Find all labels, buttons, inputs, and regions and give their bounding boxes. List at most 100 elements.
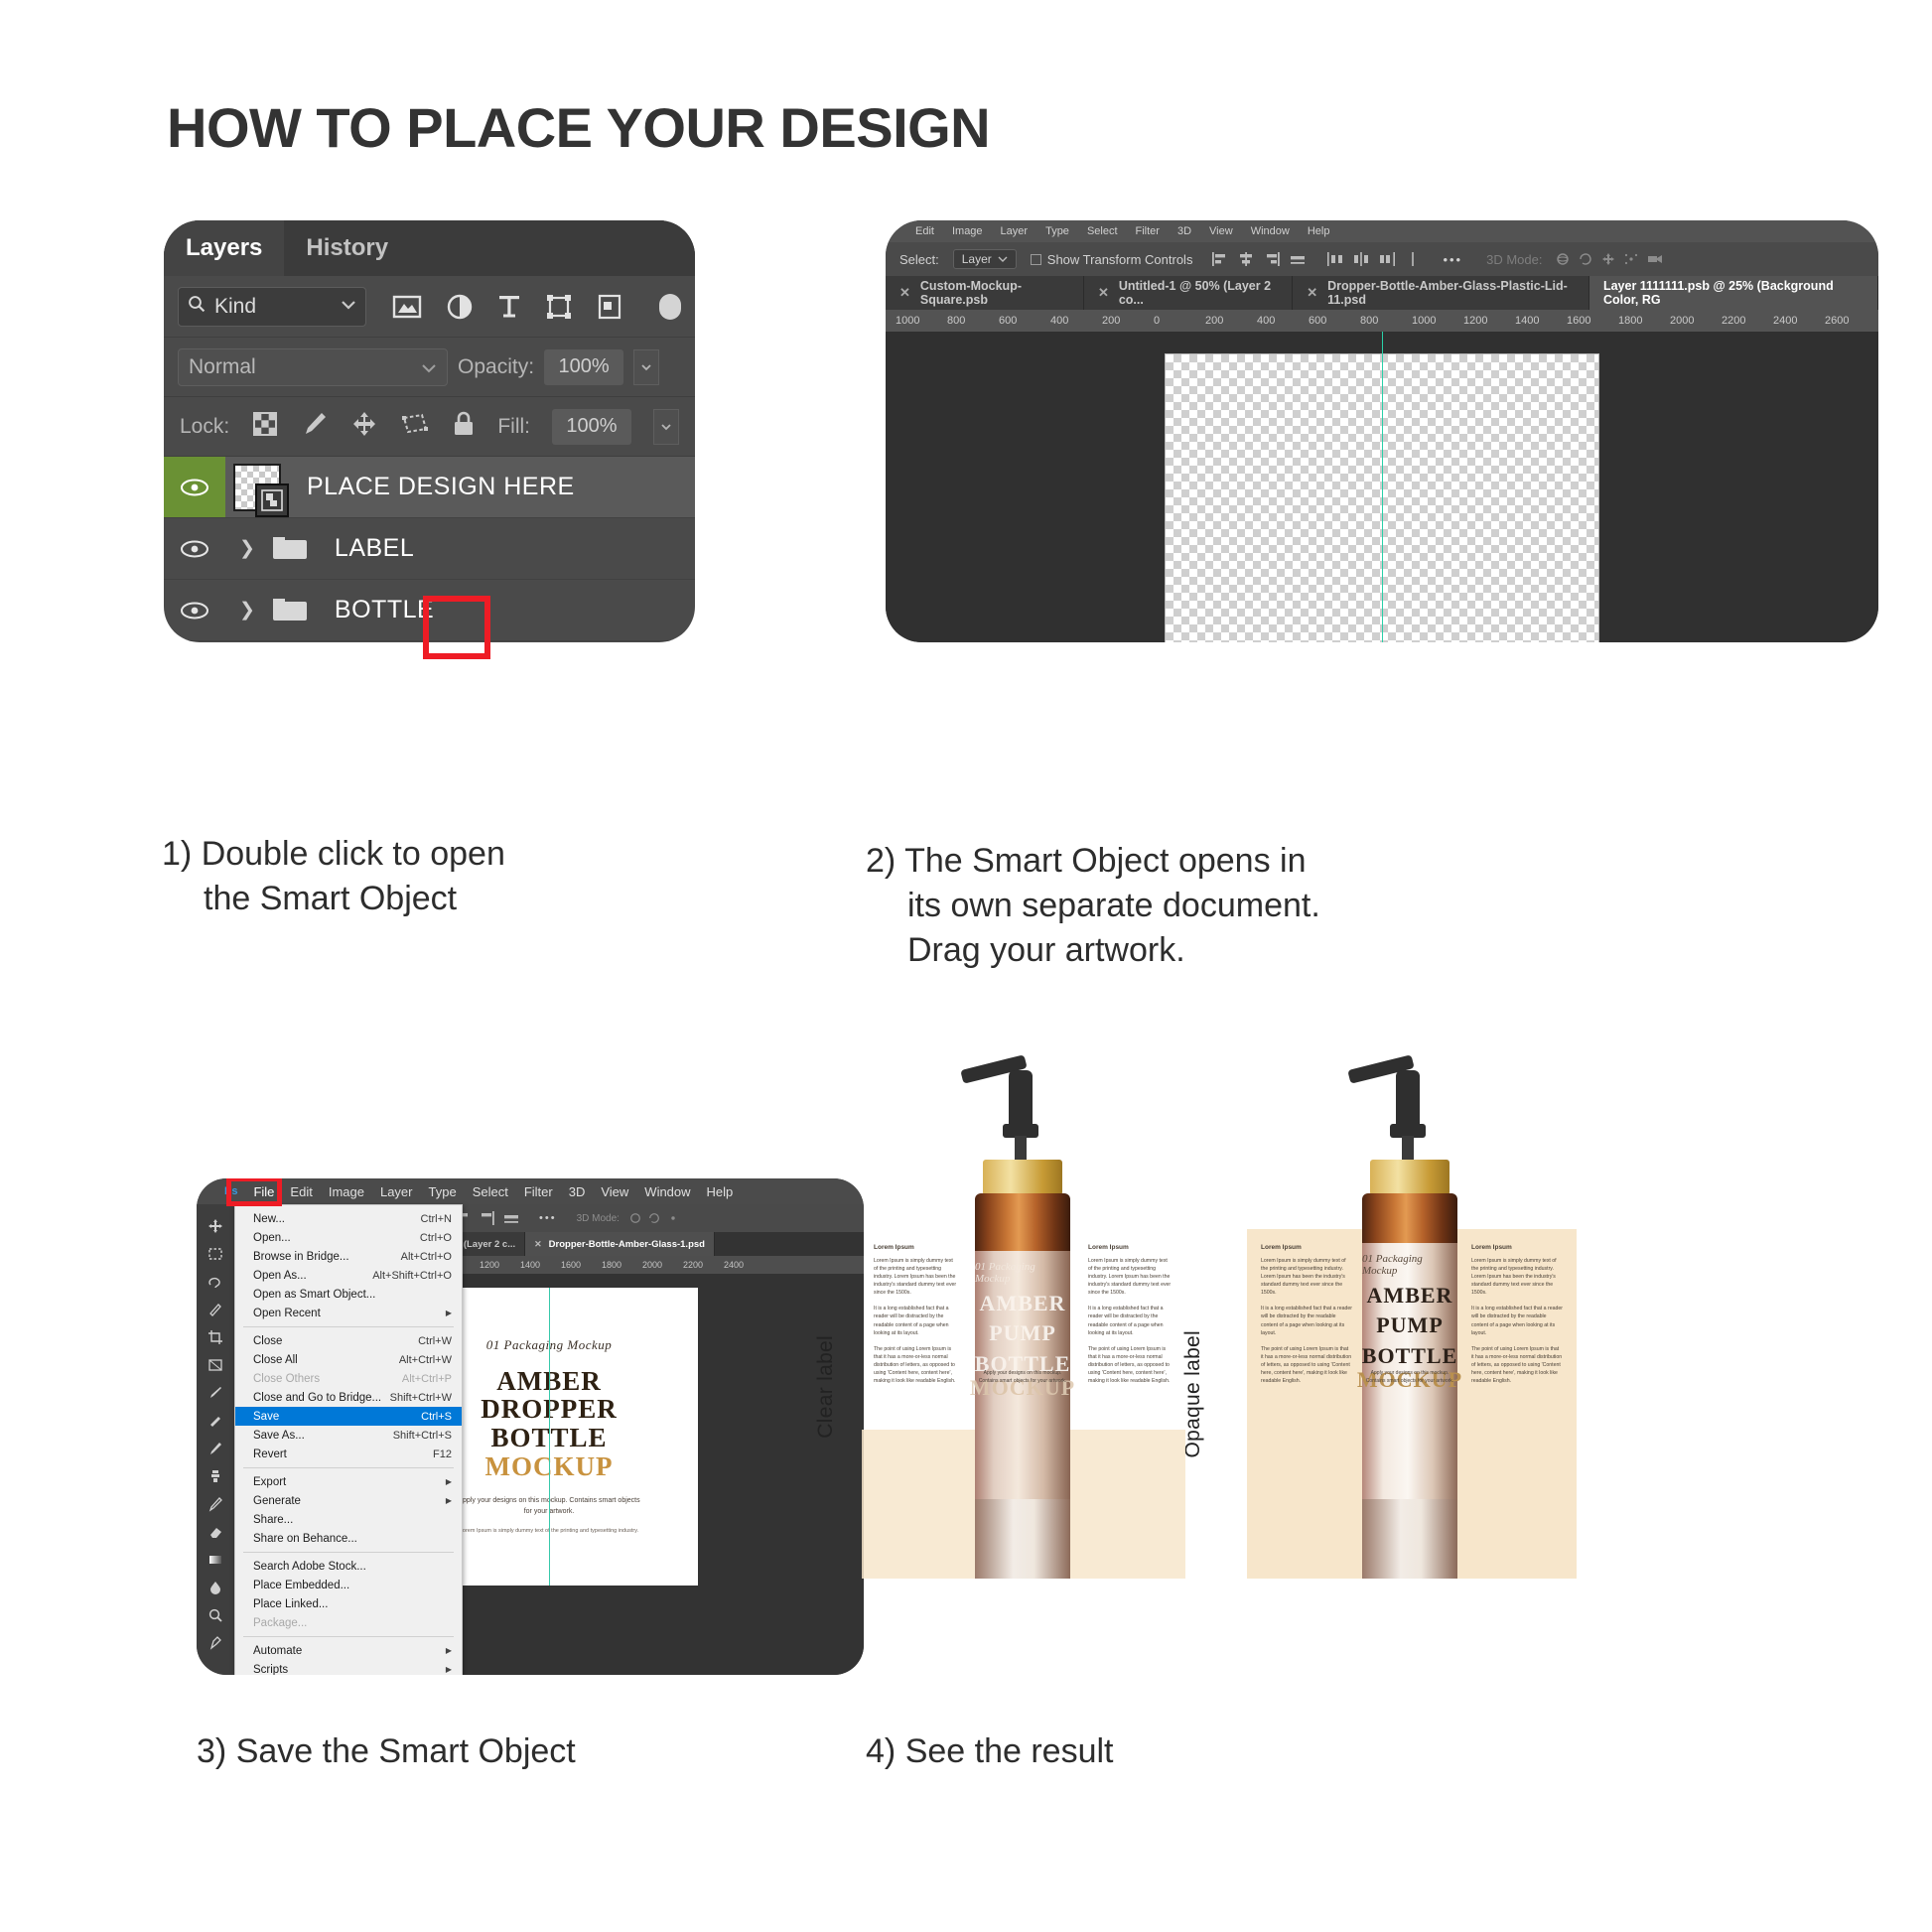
fill-value[interactable]: 100% xyxy=(552,408,631,445)
close-icon[interactable]: ✕ xyxy=(1307,285,1317,301)
menu-filter[interactable]: Filter xyxy=(524,1184,553,1199)
close-icon[interactable]: ✕ xyxy=(534,1239,542,1250)
brush-tool-icon[interactable] xyxy=(207,1441,223,1456)
table-row[interactable]: ❯ LABEL xyxy=(164,518,695,580)
menu-3d[interactable]: 3D xyxy=(569,1184,586,1199)
lock-position-icon[interactable] xyxy=(350,410,378,443)
document-tab[interactable]: ✕ Dropper-Bottle-Amber-Glass-Plastic-Lid… xyxy=(1293,276,1589,310)
menu-item-generate[interactable]: Generate ▶ xyxy=(235,1491,462,1510)
menu-filter[interactable]: Filter xyxy=(1136,225,1160,237)
menu-window[interactable]: Window xyxy=(644,1184,690,1199)
menu-item-browse-in-bridge[interactable]: Browse in Bridge... Alt+Ctrl+O xyxy=(235,1247,462,1266)
document-tab-active[interactable]: ✕ Dropper-Bottle-Amber-Glass-1.psd xyxy=(525,1232,715,1256)
align-icon-group[interactable] xyxy=(1212,252,1306,266)
move-tool-icon[interactable] xyxy=(207,1218,223,1234)
more-options-icon[interactable]: ••• xyxy=(539,1212,557,1224)
chevron-down-icon[interactable] xyxy=(340,298,357,316)
menu-select[interactable]: Select xyxy=(1087,225,1118,237)
filter-enable-toggle[interactable] xyxy=(659,293,681,320)
marquee-tool-icon[interactable] xyxy=(207,1246,223,1262)
adjustment-layer-icon[interactable] xyxy=(446,293,474,321)
menu-3d[interactable]: 3D xyxy=(1177,225,1191,237)
menu-view[interactable]: View xyxy=(1209,225,1233,237)
tab-layers[interactable]: Layers xyxy=(164,220,285,276)
menu-item-place-embedded[interactable]: Place Embedded... xyxy=(235,1576,462,1594)
close-icon[interactable]: ✕ xyxy=(899,285,910,301)
more-options-icon[interactable]: ••• xyxy=(1443,252,1462,267)
distribute-icon-group[interactable] xyxy=(1327,252,1421,266)
layer-visibility-toggle[interactable] xyxy=(164,518,225,579)
menu-item-revert[interactable]: Revert F12 xyxy=(235,1445,462,1463)
chevron-down-icon[interactable] xyxy=(421,355,437,379)
lock-artboard-icon[interactable] xyxy=(400,410,430,443)
lock-all-icon[interactable] xyxy=(452,410,476,443)
menu-layer[interactable]: Layer xyxy=(1001,225,1029,237)
menu-layer[interactable]: Layer xyxy=(380,1184,413,1199)
menu-select[interactable]: Select xyxy=(473,1184,508,1199)
menu-item-save-as[interactable]: Save As... Shift+Ctrl+S xyxy=(235,1426,462,1445)
layer-visibility-toggle[interactable] xyxy=(164,457,225,517)
blend-mode-select[interactable]: Normal xyxy=(178,347,448,386)
menu-item-share-on-behance[interactable]: Share on Behance... xyxy=(235,1529,462,1548)
healing-brush-tool-icon[interactable] xyxy=(207,1413,223,1429)
slice-tool-icon[interactable] xyxy=(207,1357,223,1373)
menu-type[interactable]: Type xyxy=(1045,225,1069,237)
document-tab-active[interactable]: Layer 1111111.psb @ 25% (Background Colo… xyxy=(1588,276,1878,310)
fill-stepper[interactable] xyxy=(653,408,679,445)
lock-transparent-pixels-icon[interactable] xyxy=(251,410,279,443)
menu-item-close-all[interactable]: Close All Alt+Ctrl+W xyxy=(235,1350,462,1369)
menu-item-open[interactable]: Open... Ctrl+O xyxy=(235,1228,462,1247)
menu-item-open-as[interactable]: Open As... Alt+Shift+Ctrl+O xyxy=(235,1266,462,1285)
filter-kind-select[interactable]: Kind xyxy=(178,286,366,327)
clone-stamp-tool-icon[interactable] xyxy=(207,1468,223,1484)
menu-item-close[interactable]: Close Ctrl+W xyxy=(235,1331,462,1350)
menu-item-place-linked[interactable]: Place Linked... xyxy=(235,1594,462,1613)
menu-item-save[interactable]: Save Ctrl+S xyxy=(235,1407,462,1426)
tools-panel[interactable] xyxy=(197,1204,234,1675)
menu-item-close-and-go-to-bridge[interactable]: Close and Go to Bridge... Shift+Ctrl+W xyxy=(235,1388,462,1407)
3d-mode-icon-group[interactable] xyxy=(1556,252,1663,266)
menu-item-open-recent[interactable]: Open Recent ▶ xyxy=(235,1304,462,1322)
opacity-stepper[interactable] xyxy=(633,348,660,385)
document-tab[interactable]: ✕ Untitled-1 @ 50% (Layer 2 co... xyxy=(1083,276,1294,310)
menu-item-share[interactable]: Share... xyxy=(235,1510,462,1529)
crop-tool-icon[interactable] xyxy=(207,1329,223,1345)
table-row[interactable]: ❯ BOTTLE xyxy=(164,580,695,641)
lock-image-pixels-icon[interactable] xyxy=(301,410,329,443)
pen-tool-icon[interactable] xyxy=(207,1635,223,1651)
menu-item-automate[interactable]: Automate ▶ xyxy=(235,1641,462,1660)
blur-tool-icon[interactable] xyxy=(207,1580,223,1595)
menu-type[interactable]: Type xyxy=(429,1184,457,1199)
menu-window[interactable]: Window xyxy=(1251,225,1290,237)
dodge-tool-icon[interactable] xyxy=(207,1607,223,1623)
gradient-tool-icon[interactable] xyxy=(207,1552,223,1568)
menu-edit[interactable]: Edit xyxy=(915,225,934,237)
document-tab[interactable]: ✕ Custom-Mockup-Square.psb xyxy=(886,276,1084,310)
quick-selection-tool-icon[interactable] xyxy=(207,1302,223,1317)
show-transform-checkbox[interactable]: Show Transform Controls xyxy=(1030,252,1192,267)
menu-help[interactable]: Help xyxy=(707,1184,734,1199)
auto-select-dropdown[interactable]: Layer xyxy=(952,249,1017,269)
eraser-tool-icon[interactable] xyxy=(207,1524,223,1540)
table-row[interactable]: PLACE DESIGN HERE xyxy=(164,457,695,518)
type-layer-icon[interactable] xyxy=(497,293,521,321)
file-dropdown-menu[interactable]: New... Ctrl+N Open... Ctrl+O Browse in B… xyxy=(234,1204,463,1675)
3d-mode-icon-group[interactable] xyxy=(629,1212,679,1224)
shape-layer-icon[interactable] xyxy=(545,293,573,321)
canvas-area[interactable] xyxy=(886,332,1878,642)
pixel-layer-icon[interactable] xyxy=(392,294,422,320)
layer-thumbnail[interactable] xyxy=(233,463,289,517)
menu-item-new[interactable]: New... Ctrl+N xyxy=(235,1209,462,1228)
menu-help[interactable]: Help xyxy=(1308,225,1330,237)
opacity-value[interactable]: 100% xyxy=(544,348,624,385)
chevron-right-icon[interactable]: ❯ xyxy=(239,599,255,621)
menu-item-export[interactable]: Export ▶ xyxy=(235,1472,462,1491)
close-icon[interactable]: ✕ xyxy=(1098,285,1109,301)
layer-visibility-toggle[interactable] xyxy=(164,580,225,640)
eyedropper-tool-icon[interactable] xyxy=(207,1385,223,1401)
history-brush-tool-icon[interactable] xyxy=(207,1496,223,1512)
lasso-tool-icon[interactable] xyxy=(207,1274,223,1290)
menu-image[interactable]: Image xyxy=(952,225,983,237)
menu-edit[interactable]: Edit xyxy=(290,1184,312,1199)
menu-item-open-as-smart-object[interactable]: Open as Smart Object... xyxy=(235,1285,462,1304)
